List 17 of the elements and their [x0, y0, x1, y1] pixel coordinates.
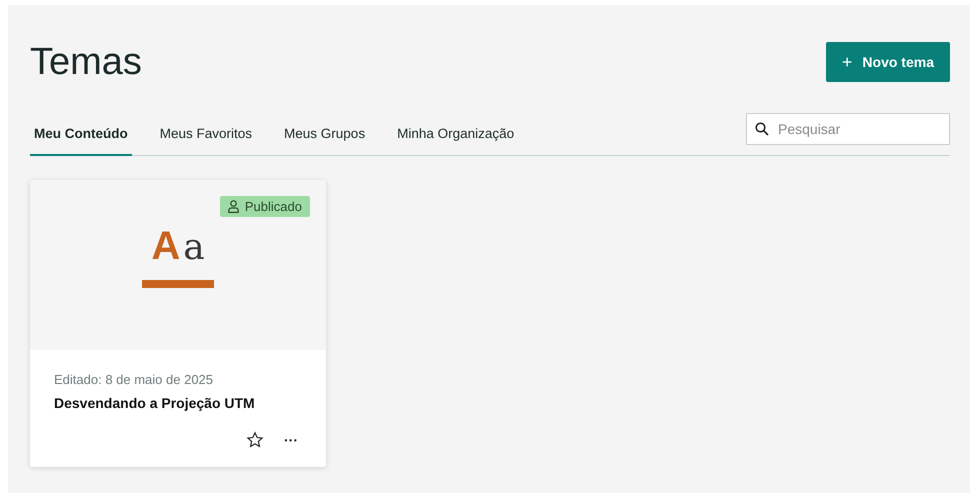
- person-icon: [228, 200, 239, 213]
- more-button[interactable]: ···: [280, 429, 302, 451]
- card-title: Desvendando a Projeção UTM: [54, 395, 256, 411]
- theme-card[interactable]: Publicado Aa Editado: 8 de maio de 2025 Desvendando a Projeção UTM ···: [30, 180, 326, 467]
- tab[interactable]: Meus Grupos: [280, 114, 370, 156]
- logo-letter: a: [183, 230, 205, 266]
- search-field[interactable]: Pesquisar: [746, 113, 950, 145]
- new-theme-button[interactable]: + Novo tema: [826, 42, 950, 82]
- tab[interactable]: Meus Favoritos: [156, 114, 256, 156]
- page-title: Temas: [30, 40, 142, 84]
- logo-letter: A: [151, 226, 180, 266]
- badge-label: Publicado: [244, 199, 302, 214]
- tab[interactable]: Meu Conteúdo: [30, 114, 132, 156]
- tab[interactable]: Minha Organização: [393, 114, 518, 156]
- edited-date: Editado: 8 de maio de 2025: [54, 372, 214, 387]
- star-icon: [246, 431, 264, 449]
- underline-bar: [142, 280, 214, 288]
